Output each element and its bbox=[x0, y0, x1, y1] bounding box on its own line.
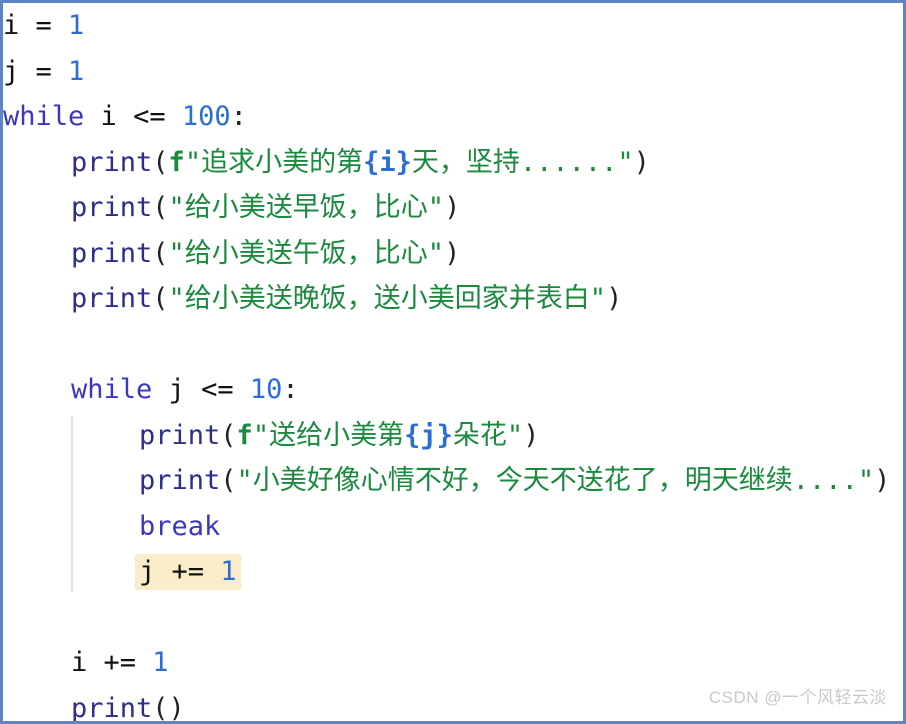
code-text: print("给小美送午饭，比心") bbox=[71, 238, 460, 269]
code-token: "给小美送早饭，比心" bbox=[168, 192, 445, 223]
code-text: while j <= 10: bbox=[71, 374, 299, 405]
code-token: break bbox=[139, 510, 221, 542]
code-token: i bbox=[84, 101, 134, 132]
code-token: 1 bbox=[68, 10, 85, 41]
code-line[interactable]: i += 1 bbox=[3, 640, 903, 686]
code-line[interactable]: print("给小美送晚饭，送小美回家并表白") bbox=[3, 276, 903, 322]
code-token: = bbox=[19, 55, 69, 87]
code-token: 1 bbox=[68, 55, 85, 87]
code-token: print bbox=[71, 146, 153, 178]
code-token: "给小美送晚饭，送小美回家并表白" bbox=[168, 283, 607, 314]
code-token: print bbox=[71, 692, 153, 724]
code-token: ( bbox=[152, 192, 169, 223]
code-token: print bbox=[71, 283, 153, 314]
code-token: j bbox=[139, 556, 156, 587]
code-text: print() bbox=[71, 692, 185, 724]
code-line[interactable]: print("给小美送午饭，比心") bbox=[3, 231, 903, 277]
code-text: i += 1 bbox=[71, 647, 169, 678]
code-token: f bbox=[236, 419, 253, 451]
code-token: i bbox=[3, 10, 20, 41]
code-snippet-screenshot: i = 1j = 1 while i <= 100: print(f"追求小美的第{… bbox=[0, 0, 906, 724]
code-token: 天，坚持......" bbox=[411, 146, 634, 178]
code-token: j bbox=[152, 374, 202, 405]
code-line[interactable]: print("小美好像心情不好，今天不送花了，明天继续....") bbox=[3, 458, 903, 504]
code-line[interactable]: print("给小美送早饭，比心") bbox=[3, 185, 903, 231]
code-token: {j} bbox=[404, 419, 453, 451]
code-token: ) bbox=[874, 465, 891, 496]
code-token: ( bbox=[152, 146, 169, 178]
code-token: <= bbox=[133, 101, 166, 132]
code-text: while i <= 100: bbox=[3, 101, 247, 132]
code-token: while bbox=[71, 374, 153, 405]
code-token: "给小美送午饭，比心" bbox=[168, 237, 445, 269]
code-token: f bbox=[168, 146, 185, 178]
code-line[interactable]: j = 1 bbox=[3, 49, 903, 95]
highlighted-statement: j += 1 bbox=[135, 554, 241, 590]
code-line[interactable]: print(f"送给小美第{j}朵花") bbox=[3, 413, 903, 459]
code-line[interactable]: break bbox=[3, 504, 903, 550]
code-token: {i} bbox=[363, 146, 412, 178]
code-token: ) bbox=[444, 237, 461, 269]
code-token: 1 bbox=[220, 556, 237, 587]
code-token: : bbox=[230, 101, 247, 132]
code-line[interactable] bbox=[3, 322, 903, 368]
code-text: print("小美好像心情不好，今天不送花了，明天继续....") bbox=[139, 465, 890, 496]
code-line[interactable]: while i <= 100: bbox=[3, 94, 903, 140]
code-text: print("给小美送晚饭，送小美回家并表白") bbox=[71, 283, 622, 314]
code-token: ( bbox=[220, 465, 237, 496]
code-token: 10 bbox=[249, 374, 283, 405]
indent-guide-line bbox=[71, 415, 73, 592]
csdn-watermark: CSDN @一个风轻云淡 bbox=[708, 688, 887, 707]
code-line[interactable]: i = 1 bbox=[3, 3, 903, 49]
code-token: : bbox=[282, 374, 299, 405]
code-token: i bbox=[71, 647, 88, 678]
code-editor-area[interactable]: i = 1j = 1 while i <= 100: print(f"追求小美的第{… bbox=[3, 3, 903, 724]
code-text: print(f"追求小美的第{i}天，坚持......") bbox=[71, 147, 650, 178]
code-token: while bbox=[3, 101, 85, 132]
code-token: "小美好像心情不好，今天不送花了，明天继续...." bbox=[236, 465, 875, 496]
code-token: 朵花" bbox=[452, 419, 524, 451]
code-token: print bbox=[139, 419, 221, 451]
code-token: print bbox=[71, 192, 153, 223]
code-text: j = 1 bbox=[3, 56, 84, 87]
code-line[interactable] bbox=[3, 595, 903, 641]
code-token: ) bbox=[523, 419, 540, 451]
code-token: <= bbox=[201, 374, 234, 405]
code-token: "追求小美的第 bbox=[184, 146, 364, 178]
code-token: () bbox=[152, 692, 185, 724]
code-token: 100 bbox=[181, 101, 231, 132]
code-token: "送给小美第 bbox=[252, 419, 405, 451]
code-token: ( bbox=[220, 419, 237, 451]
code-token: ( bbox=[152, 237, 169, 269]
code-text: i = 1 bbox=[3, 10, 84, 41]
code-token: ) bbox=[633, 146, 650, 178]
code-text: print("给小美送早饭，比心") bbox=[71, 192, 460, 223]
code-text: break bbox=[139, 511, 220, 542]
code-line[interactable]: print(f"追求小美的第{i}天，坚持......") bbox=[3, 140, 903, 186]
code-token: ( bbox=[152, 283, 169, 314]
code-token: 1 bbox=[152, 647, 169, 678]
code-token: print bbox=[71, 237, 153, 269]
code-token: j bbox=[3, 55, 20, 87]
code-line[interactable]: j += 1 bbox=[3, 549, 903, 595]
code-line[interactable]: while j <= 10: bbox=[3, 367, 903, 413]
code-token: = bbox=[19, 10, 69, 41]
code-token: += bbox=[155, 556, 221, 587]
code-text: print(f"送给小美第{j}朵花") bbox=[139, 420, 539, 451]
code-token: ) bbox=[606, 283, 623, 314]
code-token: += bbox=[87, 647, 153, 678]
code-token: ) bbox=[444, 192, 461, 223]
code-token: print bbox=[139, 465, 221, 496]
